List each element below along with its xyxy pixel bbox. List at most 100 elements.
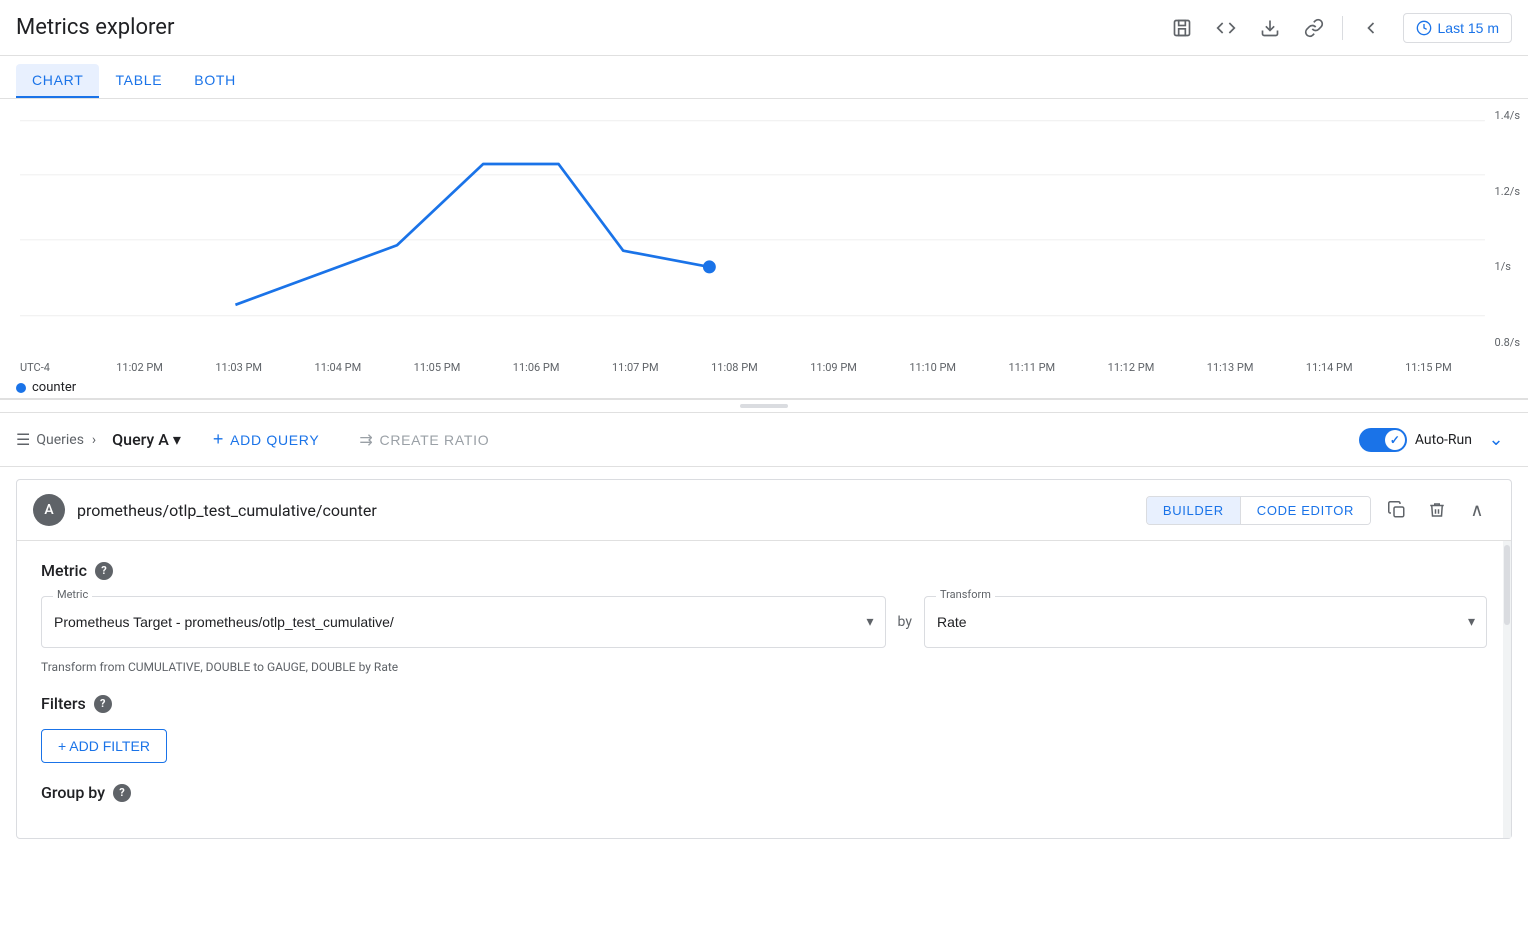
scrollbar[interactable]	[1503, 541, 1511, 838]
scrollbar-thumb	[1504, 545, 1510, 625]
query-body: Metric ? Metric Prometheus Target - prom…	[17, 541, 1511, 838]
x-label-1105: 11:05 PM	[387, 361, 486, 374]
x-label-1108: 11:08 PM	[685, 361, 784, 374]
y-label-1: 1.4/s	[1495, 109, 1520, 122]
auto-run-label: Auto-Run	[1415, 432, 1472, 448]
x-label-1107: 11:07 PM	[586, 361, 685, 374]
chart-area: 1.4/s 1.2/s 1/s 0.8/s UTC-4	[0, 99, 1528, 399]
x-label-1112: 11:12 PM	[1081, 361, 1180, 374]
group-by-label: Group by ?	[41, 783, 1487, 802]
x-label-1104: 11:04 PM	[288, 361, 387, 374]
time-range-button[interactable]: Last 15 m	[1403, 13, 1512, 43]
metric-section-label: Metric ?	[41, 561, 1487, 580]
y-label-2: 1.2/s	[1495, 185, 1520, 198]
queries-list-icon: ☰	[16, 430, 30, 449]
by-label: by	[898, 614, 912, 630]
x-label-1111: 11:11 PM	[982, 361, 1081, 374]
view-tabs: CHART TABLE BOTH	[0, 56, 1528, 99]
add-query-button[interactable]: + ADD QUERY	[197, 423, 336, 456]
legend-dot	[16, 383, 26, 393]
queries-label: ☰ Queries	[16, 430, 84, 449]
x-label-1114: 11:14 PM	[1280, 361, 1379, 374]
metric-row: Metric Prometheus Target - prometheus/ot…	[41, 596, 1487, 648]
toggle-check-icon: ✓	[1390, 433, 1400, 447]
metric-select[interactable]: Prometheus Target - prometheus/otlp_test…	[41, 596, 886, 648]
query-panel: A prometheus/otlp_test_cumulative/counte…	[16, 479, 1512, 839]
filters-label-text: Filters	[41, 694, 86, 713]
x-label-1106: 11:06 PM	[487, 361, 586, 374]
back-icon-button[interactable]	[1351, 8, 1391, 48]
metric-select-wrapper: Metric Prometheus Target - prometheus/ot…	[41, 596, 886, 648]
expand-button[interactable]: ∧	[1459, 492, 1495, 528]
query-panel-header: A prometheus/otlp_test_cumulative/counte…	[17, 480, 1511, 541]
auto-run-section: ✓ Auto-Run ⌄	[1359, 424, 1512, 456]
builder-mode-button[interactable]: BUILDER	[1147, 497, 1240, 524]
query-avatar: A	[33, 494, 65, 526]
tab-chart[interactable]: CHART	[16, 64, 99, 98]
x-label-1115: 11:15 PM	[1379, 361, 1478, 374]
toggle-knob: ✓	[1385, 430, 1405, 450]
code-icon-button[interactable]	[1206, 8, 1246, 48]
utc-label: UTC-4	[20, 361, 90, 374]
tab-table[interactable]: TABLE	[99, 64, 178, 98]
query-dropdown-icon: ▾	[173, 430, 181, 449]
code-editor-mode-button[interactable]: CODE EDITOR	[1240, 497, 1370, 524]
chevron-up-icon: ⌄	[1488, 429, 1503, 450]
query-selector[interactable]: Query A ▾	[104, 426, 189, 453]
y-axis-labels: 1.4/s 1.2/s 1/s 0.8/s	[1495, 109, 1520, 349]
legend-label: counter	[32, 380, 76, 395]
tab-both[interactable]: BOTH	[178, 64, 252, 98]
transform-select[interactable]: Rate	[924, 596, 1487, 648]
page-title: Metrics explorer	[16, 15, 174, 40]
transform-field-label: Transform	[936, 588, 995, 601]
x-label-1109: 11:09 PM	[784, 361, 883, 374]
filters-section-label: Filters ?	[41, 694, 1487, 713]
save-icon-button[interactable]	[1162, 8, 1202, 48]
x-label-1113: 11:13 PM	[1181, 361, 1280, 374]
group-by-label-text: Group by	[41, 783, 105, 802]
ratio-icon: ⇉	[359, 430, 373, 450]
create-ratio-button[interactable]: ⇉ CREATE RATIO	[343, 424, 505, 456]
group-by-section: Group by ?	[41, 783, 1487, 802]
duplicate-button[interactable]	[1379, 492, 1415, 528]
metric-field-label: Metric	[53, 588, 92, 601]
header-actions: Last 15 m	[1162, 8, 1512, 48]
add-icon: +	[213, 429, 224, 450]
add-query-label: ADD QUERY	[230, 432, 319, 448]
auto-run-toggle[interactable]: ✓	[1359, 428, 1407, 452]
add-filter-label: + ADD FILTER	[58, 738, 150, 754]
chart-svg	[20, 99, 1528, 359]
filters-help-icon[interactable]: ?	[94, 695, 112, 713]
chart-legend: counter	[0, 376, 1528, 399]
active-query-label: Query A	[112, 430, 169, 449]
breadcrumb-chevron: ›	[92, 432, 96, 448]
add-filter-button[interactable]: + ADD FILTER	[41, 729, 167, 763]
time-range-label: Last 15 m	[1438, 20, 1499, 36]
expand-icon: ∧	[1470, 500, 1483, 521]
y-label-3: 1/s	[1495, 260, 1520, 273]
metric-label-text: Metric	[41, 561, 87, 580]
query-bar: ☰ Queries › Query A ▾ + ADD QUERY ⇉ CREA…	[0, 413, 1528, 467]
metric-help-icon[interactable]: ?	[95, 562, 113, 580]
collapse-button[interactable]: ⌄	[1480, 424, 1512, 456]
download-icon-button[interactable]	[1250, 8, 1290, 48]
app-header: Metrics explorer Last 15 m	[0, 0, 1528, 56]
x-label-1102: 11:02 PM	[90, 361, 189, 374]
drag-handle-bar	[740, 404, 788, 408]
x-axis: UTC-4 11:02 PM 11:03 PM 11:04 PM 11:05 P…	[0, 359, 1528, 376]
y-label-4: 0.8/s	[1495, 336, 1520, 349]
x-label-1103: 11:03 PM	[189, 361, 288, 374]
transform-note: Transform from CUMULATIVE, DOUBLE to GAU…	[41, 660, 1487, 674]
filters-section: Filters ? + ADD FILTER	[41, 694, 1487, 763]
link-icon-button[interactable]	[1294, 8, 1334, 48]
group-by-help-icon[interactable]: ?	[113, 784, 131, 802]
header-divider	[1342, 16, 1343, 40]
delete-button[interactable]	[1419, 492, 1455, 528]
transform-select-wrapper: Transform Rate ▾	[924, 596, 1487, 648]
queries-text: Queries	[36, 432, 84, 448]
drag-handle[interactable]	[0, 400, 1528, 413]
create-ratio-label: CREATE RATIO	[380, 432, 490, 448]
x-label-1110: 11:10 PM	[883, 361, 982, 374]
query-metric-name: prometheus/otlp_test_cumulative/counter	[77, 501, 1146, 520]
query-mode-buttons: BUILDER CODE EDITOR	[1146, 496, 1371, 525]
